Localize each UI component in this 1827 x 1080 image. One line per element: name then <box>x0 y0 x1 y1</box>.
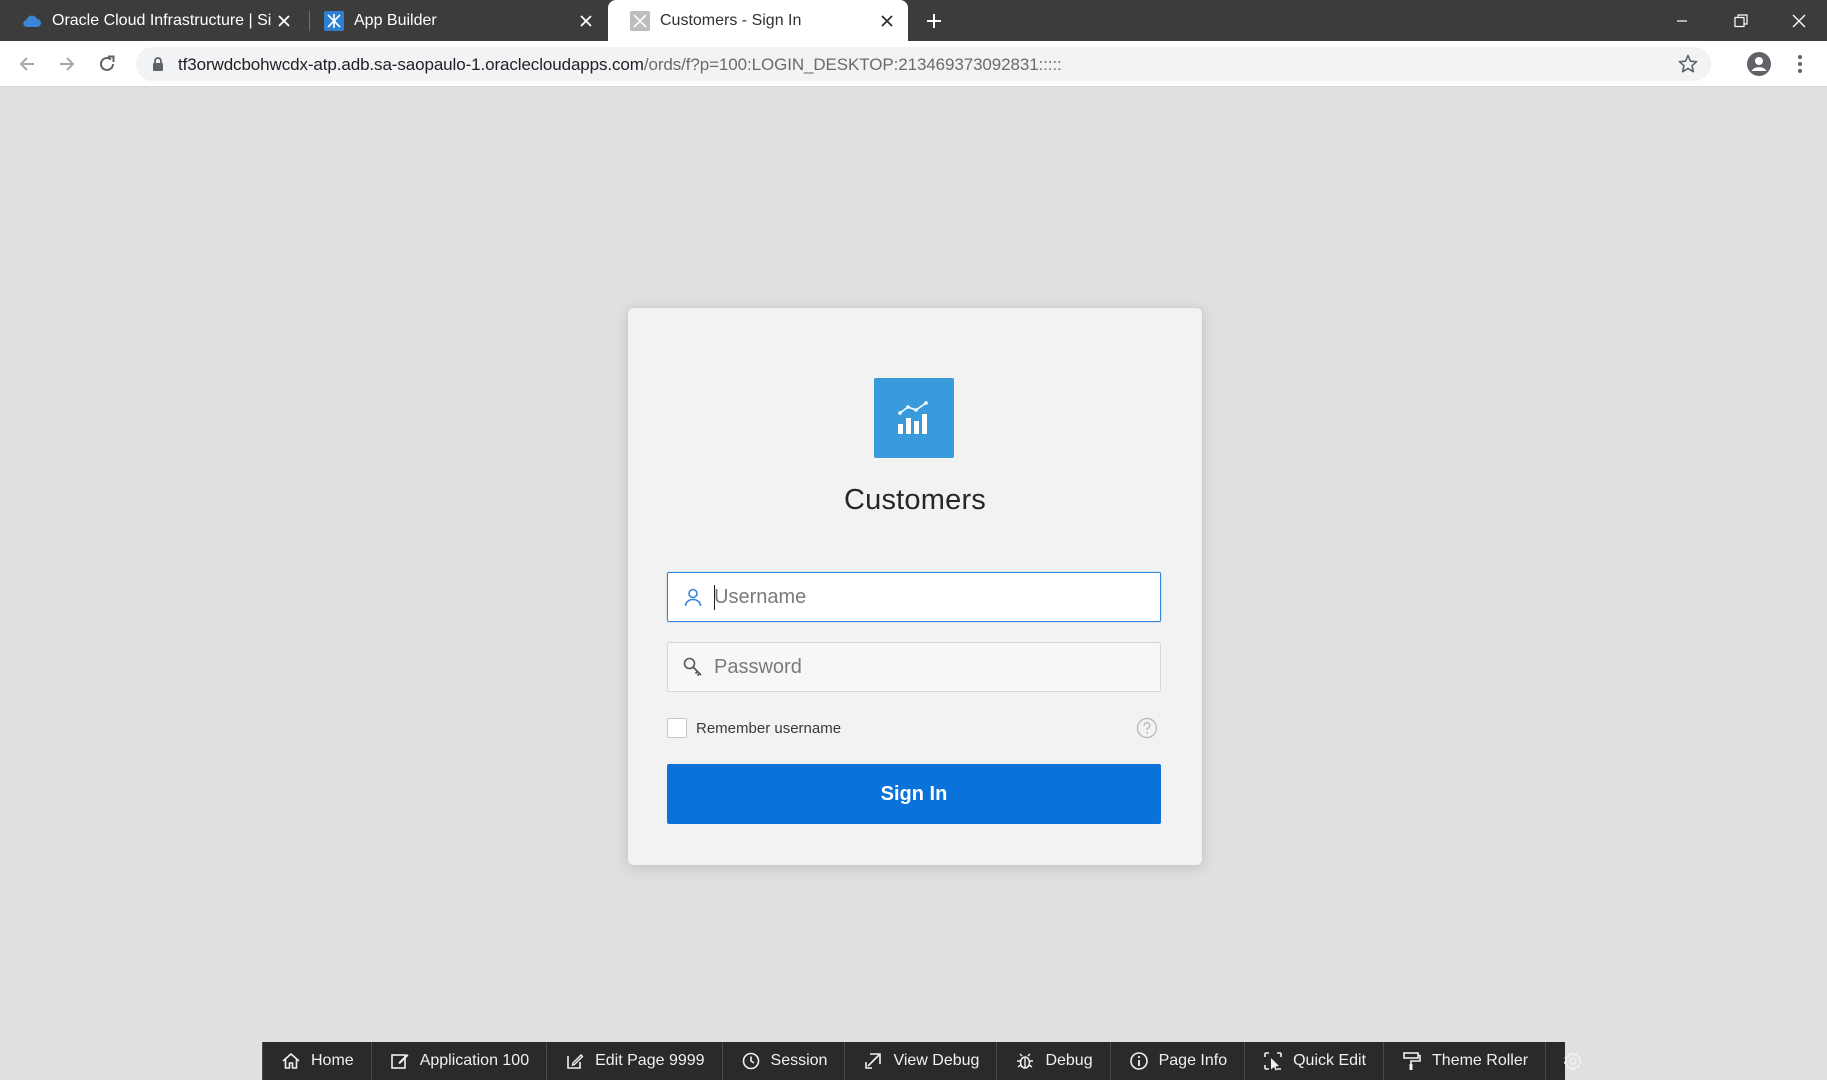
url-path: /ords/f?p=100:LOGIN_DESKTOP:213469373092… <box>643 55 1062 74</box>
bug-icon <box>1017 1053 1034 1069</box>
new-tab-button[interactable] <box>920 7 948 35</box>
edit-app-icon <box>390 1054 409 1069</box>
browser-toolbar: tf3orwdcbohwcdx-atp.adb.sa-saopaulo-1.or… <box>0 41 1827 87</box>
app-title: Customers <box>844 484 986 516</box>
restore-button[interactable] <box>1713 0 1769 41</box>
password-field[interactable] <box>667 642 1161 692</box>
close-tab-icon[interactable] <box>271 8 297 34</box>
dev-toolbar-theme-roller[interactable]: Theme Roller <box>1384 1042 1547 1080</box>
dev-toolbar-settings[interactable] <box>1546 1042 1600 1080</box>
minimize-button[interactable] <box>1654 0 1710 41</box>
help-icon[interactable] <box>1136 717 1158 739</box>
bookmark-star-icon[interactable] <box>1677 53 1699 75</box>
tab-title: Customers - Sign In <box>660 11 802 29</box>
app-logo-chart-icon <box>874 378 954 458</box>
lock-icon[interactable] <box>150 56 166 72</box>
dev-toolbar-label: Theme Roller <box>1432 1052 1529 1069</box>
sign-in-button[interactable]: Sign In <box>667 764 1161 824</box>
address-bar[interactable]: tf3orwdcbohwcdx-atp.adb.sa-saopaulo-1.or… <box>136 47 1711 81</box>
tab-app-builder[interactable]: App Builder <box>302 0 607 41</box>
edit-page-icon <box>567 1054 584 1069</box>
close-tab-icon[interactable] <box>874 8 900 34</box>
tab-title: App Builder <box>354 11 437 29</box>
dev-toolbar-label: Quick Edit <box>1293 1052 1367 1069</box>
developer-toolbar: Home Application 100 Edit Page 9999 Sess… <box>262 1042 1583 1080</box>
quick-edit-icon <box>1264 1052 1282 1071</box>
username-field[interactable] <box>667 572 1161 622</box>
forward-button[interactable] <box>51 48 83 80</box>
dev-toolbar-label: View Debug <box>893 1052 980 1069</box>
close-window-button[interactable] <box>1771 0 1827 41</box>
tab-customers-sign-in[interactable]: Customers - Sign In <box>608 0 908 41</box>
profile-avatar-icon[interactable] <box>1745 50 1773 78</box>
close-tab-icon[interactable] <box>573 8 599 34</box>
paint-roller-icon <box>1403 1052 1421 1070</box>
dev-toolbar-label: Application 100 <box>419 1052 530 1069</box>
dev-toolbar-debug[interactable]: Debug <box>997 1042 1111 1080</box>
remember-username-label[interactable]: Remember username <box>696 720 841 737</box>
dev-toolbar-edit-page[interactable]: Edit Page 9999 <box>547 1042 723 1080</box>
dev-toolbar-label: Session <box>770 1052 828 1069</box>
gear-icon <box>1563 1051 1583 1071</box>
home-icon <box>282 1053 300 1069</box>
login-card: Customers Remember username Sign In <box>627 307 1203 866</box>
cloud-icon <box>22 11 42 31</box>
text-caret <box>714 585 715 610</box>
apex-app-icon <box>630 10 650 31</box>
remember-username-row: Remember username <box>667 717 841 739</box>
key-icon <box>683 657 702 677</box>
dev-toolbar-page-info[interactable]: Page Info <box>1111 1042 1246 1080</box>
browser-tab-strip: Oracle Cloud Infrastructure | Sign App B… <box>0 0 1827 41</box>
dev-toolbar-label: Edit Page 9999 <box>595 1052 705 1069</box>
tab-title: Oracle Cloud Infrastructure | Sign <box>52 11 271 29</box>
remember-username-checkbox[interactable] <box>667 718 687 738</box>
dev-toolbar-application[interactable]: Application 100 <box>372 1042 548 1080</box>
url-text[interactable]: tf3orwdcbohwcdx-atp.adb.sa-saopaulo-1.or… <box>178 55 1062 75</box>
reload-button[interactable] <box>91 48 123 80</box>
info-icon <box>1129 1052 1148 1070</box>
dev-toolbar-label: Home <box>311 1052 354 1069</box>
dev-toolbar-view-debug[interactable]: View Debug <box>845 1042 998 1080</box>
view-debug-icon <box>865 1053 882 1069</box>
dev-toolbar-label: Page Info <box>1158 1052 1228 1069</box>
app-builder-icon <box>324 10 344 31</box>
dev-toolbar-home[interactable]: Home <box>262 1042 372 1080</box>
back-button[interactable] <box>11 48 43 80</box>
user-icon <box>684 588 702 607</box>
tab-oracle-cloud[interactable]: Oracle Cloud Infrastructure | Sign <box>0 0 305 41</box>
browser-menu-icon[interactable] <box>1788 50 1812 78</box>
username-input[interactable] <box>714 577 1134 617</box>
url-domain: tf3orwdcbohwcdx-atp.adb.sa-saopaulo-1.or… <box>178 55 644 74</box>
clock-icon <box>742 1052 759 1070</box>
password-input[interactable] <box>714 647 1134 687</box>
dev-toolbar-session[interactable]: Session <box>723 1042 846 1080</box>
dev-toolbar-label: Debug <box>1045 1052 1093 1069</box>
dev-toolbar-quick-edit[interactable]: Quick Edit <box>1245 1042 1385 1080</box>
